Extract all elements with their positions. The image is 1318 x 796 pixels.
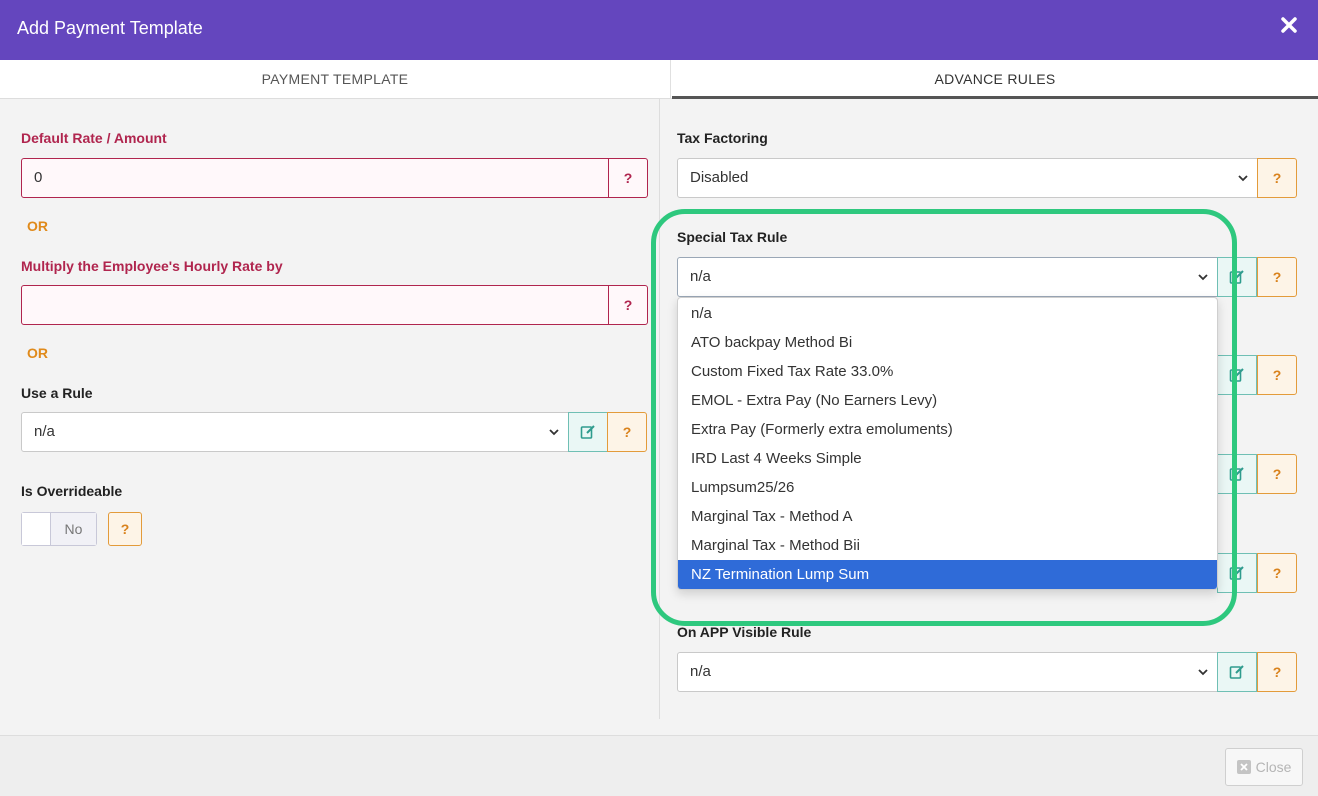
close-button-label: Close [1255,759,1292,775]
dropdown-option-highlighted[interactable]: NZ Termination Lump Sum [678,560,1217,589]
hidden-rule-edit-button[interactable] [1217,553,1257,593]
dialog-header: Add Payment Template [0,0,1318,60]
edit-icon [1229,270,1244,284]
default-rate-input[interactable]: 0 [21,158,609,198]
multiply-rate-label: Multiply the Employee's Hourly Rate by [21,258,283,274]
use-rule-value: n/a [34,423,55,440]
edit-icon [1229,467,1244,481]
overrideable-help-button[interactable]: ? [108,512,142,546]
edit-icon [1229,665,1244,679]
default-rate-help-button[interactable]: ? [608,158,648,198]
close-button[interactable]: Close [1225,748,1303,786]
hidden-rule-help-button[interactable]: ? [1257,454,1297,494]
multiply-rate-input[interactable] [21,285,609,325]
edit-icon [1229,368,1244,382]
tax-factoring-select[interactable]: Disabled [677,158,1258,198]
dropdown-option[interactable]: n/a [678,299,1217,328]
special-tax-rule-select[interactable]: n/a [677,257,1218,297]
special-tax-rule-label: Special Tax Rule [677,229,788,245]
dropdown-option[interactable]: Lumpsum25/26 [678,473,1217,502]
dropdown-option[interactable]: ATO backpay Method Bi [678,328,1217,357]
overrideable-toggle[interactable]: No [21,512,97,546]
dialog-title: Add Payment Template [17,18,203,38]
default-rate-label: Default Rate / Amount [21,130,167,146]
edit-icon [1229,566,1244,580]
or-separator-1: OR [27,218,48,234]
use-rule-select[interactable]: n/a [21,412,569,452]
tab-bar: PAYMENT TEMPLATE ADVANCE RULES [0,60,1318,99]
on-app-visible-value: n/a [690,663,711,680]
or-separator-2: OR [27,345,48,361]
tab-payment-template[interactable]: PAYMENT TEMPLATE [0,60,671,99]
dropdown-option[interactable]: Extra Pay (Formerly extra emoluments) [678,415,1217,444]
special-tax-rule-value: n/a [690,268,711,285]
dropdown-option[interactable]: Custom Fixed Tax Rate 33.0% [678,357,1217,386]
hidden-rule-help-button[interactable]: ? [1257,553,1297,593]
toggle-state-text: No [51,513,96,545]
dropdown-option[interactable]: Marginal Tax - Method Bii [678,531,1217,560]
close-icon[interactable] [1278,14,1300,36]
on-app-visible-label: On APP Visible Rule [677,624,812,640]
edit-icon [580,425,595,439]
chevron-down-icon [1198,669,1208,676]
on-app-visible-select[interactable]: n/a [677,652,1218,692]
chevron-down-icon [1238,175,1248,182]
tax-factoring-value: Disabled [690,169,749,186]
multiply-rate-help-button[interactable]: ? [608,285,648,325]
chevron-down-icon [1198,274,1208,281]
dropdown-option[interactable]: IRD Last 4 Weeks Simple [678,444,1217,473]
on-app-visible-help-button[interactable]: ? [1257,652,1297,692]
dialog-footer [0,735,1318,796]
special-tax-rule-edit-button[interactable] [1217,257,1257,297]
special-tax-rule-dropdown: n/a ATO backpay Method Bi Custom Fixed T… [677,297,1218,590]
tax-factoring-label: Tax Factoring [677,130,768,146]
column-divider [659,99,660,719]
overrideable-label: Is Overrideable [21,483,123,499]
tax-factoring-help-button[interactable]: ? [1257,158,1297,198]
toggle-knob [22,513,51,545]
hidden-rule-help-button[interactable]: ? [1257,355,1297,395]
use-rule-edit-button[interactable] [568,412,608,452]
use-rule-help-button[interactable]: ? [607,412,647,452]
close-square-icon [1236,760,1251,774]
use-rule-label: Use a Rule [21,385,93,401]
dropdown-option[interactable]: Marginal Tax - Method A [678,502,1217,531]
chevron-down-icon [549,429,559,436]
tab-advance-rules[interactable]: ADVANCE RULES [672,60,1318,99]
dropdown-option[interactable]: EMOL - Extra Pay (No Earners Levy) [678,386,1217,415]
hidden-rule-edit-button[interactable] [1217,355,1257,395]
hidden-rule-edit-button[interactable] [1217,454,1257,494]
on-app-visible-edit-button[interactable] [1217,652,1257,692]
special-tax-rule-help-button[interactable]: ? [1257,257,1297,297]
